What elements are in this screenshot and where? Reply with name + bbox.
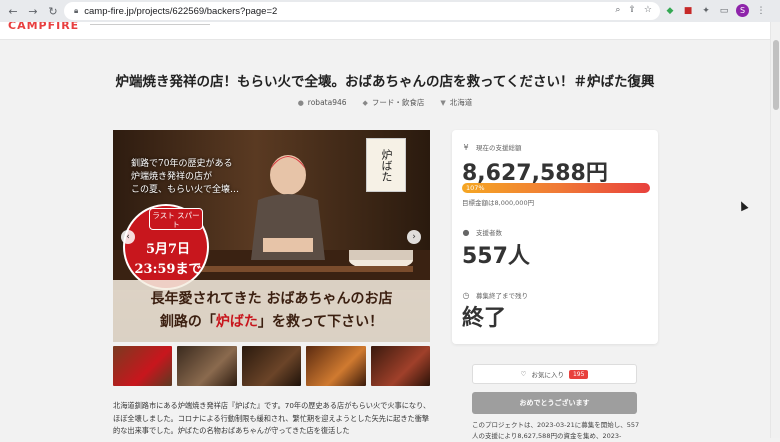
- thumbnail-1[interactable]: [113, 346, 173, 386]
- badge-date: 5月7日: [145, 242, 191, 257]
- owner[interactable]: ● robata946: [298, 97, 347, 108]
- progress-bar: 107%: [462, 183, 650, 193]
- mouse-cursor-icon: [737, 199, 749, 212]
- badge-time: 23:59まで: [134, 262, 202, 277]
- progress-percent: 107%: [466, 184, 485, 192]
- header-search-input[interactable]: [90, 24, 210, 25]
- puzzle-icon[interactable]: ✦: [700, 5, 712, 17]
- tag-icon: ◆: [362, 98, 368, 107]
- map-pin-icon: ▼: [440, 98, 446, 107]
- url-text: camp-fire.jp/projects/622569/backers?pag…: [84, 5, 278, 17]
- remaining-value: 終了: [462, 306, 507, 331]
- search-icon[interactable]: ⌕: [615, 5, 620, 15]
- thumbnail-strip: [113, 346, 431, 386]
- hero-caption: 釧路で70年の歴史がある 炉端焼き発祥の店が この夏、もらい火で全壊…: [131, 159, 240, 195]
- user-icon: ●: [297, 98, 304, 107]
- bookmark-star-icon[interactable]: ☆: [644, 5, 652, 15]
- profile-avatar[interactable]: S: [736, 4, 749, 17]
- extension-red-icon[interactable]: ■: [682, 5, 694, 17]
- share-icon[interactable]: ⇪: [628, 5, 636, 15]
- favorite-button[interactable]: ♡ お気に入り 195: [472, 364, 637, 384]
- site-header: CAMPFIRE: [0, 22, 770, 40]
- thumbnail-5[interactable]: [370, 346, 431, 386]
- page-scrollbar[interactable]: [770, 22, 780, 438]
- lock-icon: 🔒︎: [74, 6, 79, 15]
- project-title: 炉端焼き発祥の店！もらい火で全壊。おばあちゃんの店を救ってください！＃炉ばた復興: [115, 74, 655, 90]
- extension-green-icon[interactable]: ◆: [664, 5, 676, 17]
- category[interactable]: ◆ フード・飲食店: [363, 97, 425, 108]
- hero-image[interactable]: 釧路で70年の歴史がある 炉端焼き発祥の店が この夏、もらい火で全壊… 炉ばた …: [113, 130, 430, 342]
- clock-icon: ◷: [462, 290, 470, 300]
- hero-headline-2: 釧路の「炉ばた」を救って下さい！: [159, 314, 384, 330]
- category-name: フード・飲食店: [371, 98, 425, 107]
- back-icon[interactable]: ←: [6, 4, 20, 18]
- current-amount-label: ¥ 現在の支援総額: [463, 142, 522, 153]
- person-icon: ●: [462, 227, 470, 237]
- prev-slide-icon[interactable]: ‹: [121, 230, 135, 244]
- congratulations-button[interactable]: おめでとうございます: [472, 392, 637, 414]
- scrollbar-thumb[interactable]: [773, 40, 779, 110]
- thumbnail-2[interactable]: [177, 346, 237, 386]
- hero-bottom-banner: 長年愛されてきた おばあちゃんのお店 釧路の「炉ばた」を救って下さい！: [113, 280, 430, 342]
- browser-toolbar: ← → ↻ 🔒︎ camp-fire.jp/projects/622569/ba…: [0, 0, 780, 22]
- thumbnail-4[interactable]: [306, 346, 366, 386]
- stats-card: ¥ 現在の支援総額 8,627,588円 107% 目標金額は8,000,000…: [452, 130, 658, 344]
- hero-headline-1: 長年愛されてきた おばあちゃんのお店: [150, 291, 393, 307]
- backers-count: 557人: [462, 244, 530, 269]
- goal-amount: 目標金額は8,000,000円: [462, 199, 535, 207]
- yen-icon: ¥: [463, 142, 469, 152]
- backers-label: ● 支援者数: [462, 227, 503, 238]
- thumbnail-3[interactable]: [241, 346, 302, 386]
- project-summary-note: このプロジェクトは、2023-03-21に募集を開始し、557人の支援により8,…: [472, 421, 640, 440]
- address-bar[interactable]: 🔒︎ camp-fire.jp/projects/622569/backers?…: [64, 2, 660, 20]
- reload-icon[interactable]: ↻: [46, 4, 60, 18]
- forward-icon[interactable]: →: [26, 4, 40, 18]
- menu-icon[interactable]: ⋮: [755, 5, 767, 17]
- last-spurt-label: ラスト スパート: [149, 208, 203, 230]
- region-name: 北海道: [449, 98, 473, 107]
- project-description: 北海道釧路市にある炉端焼き発祥店『炉ばた』です。70年の歴史ある店がもらい火で火…: [113, 401, 431, 435]
- sidebar-icon[interactable]: ▭: [718, 5, 730, 17]
- project-meta: ● robata946 ◆ フード・飲食店 ▼ 北海道: [0, 97, 770, 108]
- heart-icon: ♡: [520, 370, 527, 378]
- shop-sign: 炉ばた: [366, 138, 406, 192]
- next-slide-icon[interactable]: ›: [407, 230, 421, 244]
- region[interactable]: ▼ 北海道: [440, 97, 472, 108]
- site-logo[interactable]: CAMPFIRE: [8, 22, 79, 32]
- favorite-count: 195: [568, 369, 589, 379]
- remaining-label: ◷ 募集終了まで残り: [462, 290, 529, 301]
- owner-name: robata946: [307, 98, 347, 107]
